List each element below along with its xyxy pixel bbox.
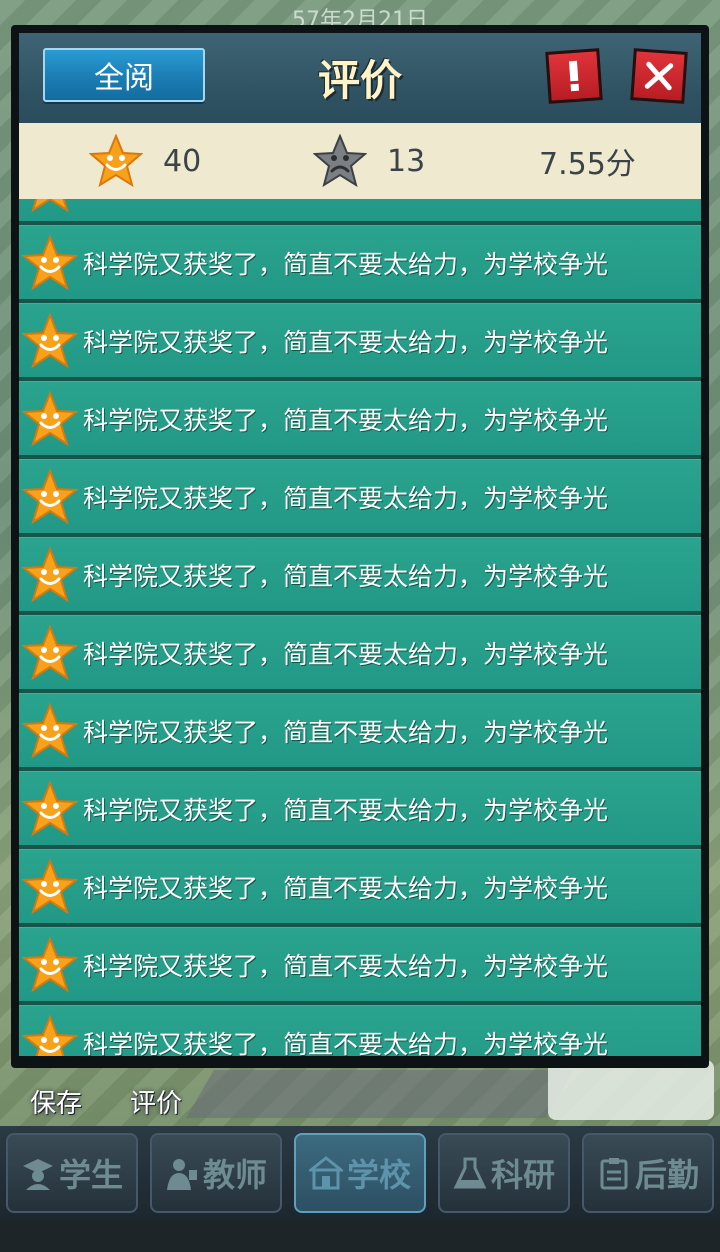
review-list-content: 科学院又获奖了，简直不要太给力，为学校争光 科学院又获奖了，简直不要太给力，为学… [19, 199, 701, 1056]
nav-tab-label: 后勤 [634, 1156, 699, 1194]
teacher-icon [166, 1159, 197, 1190]
review-row[interactable]: 科学院又获奖了，简直不要太给力，为学校争光 [19, 225, 701, 299]
review-row[interactable]: 科学院又获奖了，简直不要太给力，为学校争光 [19, 459, 701, 533]
review-list[interactable]: 科学院又获奖了，简直不要太给力，为学校争光 科学院又获奖了，简直不要太给力，为学… [19, 199, 701, 1056]
nav-tab-students[interactable]: 学生 [6, 1133, 138, 1213]
review-row[interactable]: 科学院又获奖了，简直不要太给力，为学校争光 [19, 381, 701, 455]
review-text: 科学院又获奖了，简直不要太给力，为学校争光 [83, 199, 608, 203]
review-text: 科学院又获奖了，简直不要太给力，为学校争光 [83, 951, 609, 981]
sad-star-icon [313, 134, 367, 188]
happy-star-icon [21, 389, 79, 446]
review-row[interactable]: 科学院又获奖了，简直不要太给力，为学校争光 [19, 615, 701, 689]
review-row[interactable]: 科学院又获奖了，简直不要太给力，为学校争光 [19, 1005, 701, 1056]
review-text: 科学院又获奖了，简直不要太给力，为学校争光 [83, 1029, 609, 1057]
review-text: 科学院又获奖了，简直不要太给力，为学校争光 [83, 873, 609, 903]
exclamation-icon [568, 60, 580, 92]
review-row[interactable]: 科学院又获奖了，简直不要太给力，为学校争光 [19, 693, 701, 767]
review-action-label[interactable]: 评价 [130, 1083, 182, 1120]
review-row[interactable]: 科学院又获奖了，简直不要太给力，为学校争光 [19, 303, 701, 377]
happy-star-icon [21, 857, 79, 914]
minimap-panel[interactable] [548, 1060, 714, 1120]
happy-star-icon [21, 311, 79, 368]
good-count: 40 [163, 143, 202, 179]
happy-star-icon [21, 623, 79, 680]
school-icon [308, 1156, 343, 1190]
review-row[interactable]: 科学院又获奖了，简直不要太给力，为学校争光 [19, 199, 701, 221]
happy-star-icon [21, 545, 79, 602]
review-text: 科学院又获奖了，简直不要太给力，为学校争光 [83, 483, 609, 513]
nav-tab-research[interactable]: 科研 [438, 1133, 570, 1213]
student-icon [22, 1159, 53, 1190]
clipboard-icon [600, 1158, 628, 1190]
bad-count: 13 [387, 143, 426, 179]
nav-tab-label: 科研 [490, 1156, 555, 1194]
review-row[interactable]: 科学院又获奖了，简直不要太给力，为学校争光 [19, 537, 701, 611]
close-icon [644, 61, 674, 91]
review-text: 科学院又获奖了，简直不要太给力，为学校争光 [83, 249, 609, 279]
bottom-navigation: 学生 教师 学校 科研 后勤 [0, 1126, 720, 1220]
score-value: 7.55分 [539, 147, 636, 182]
close-button[interactable] [630, 48, 688, 104]
happy-star-icon [21, 467, 79, 524]
happy-star-icon [21, 1013, 79, 1056]
happy-star-icon [21, 701, 79, 758]
nav-tab-label: 学生 [58, 1156, 123, 1194]
nav-tab-school[interactable]: 学校 [294, 1133, 426, 1213]
nav-tab-logistics[interactable]: 后勤 [582, 1133, 714, 1213]
review-dialog: 全阅 评价 40 13 7.55分 科学院又获奖了，简直不要太给力，为学校争光 … [11, 25, 709, 1068]
nav-tab-label: 学校 [346, 1156, 411, 1194]
map-road [186, 1070, 574, 1118]
review-text: 科学院又获奖了，简直不要太给力，为学校争光 [83, 795, 609, 825]
system-bottom-bar [0, 1220, 720, 1252]
happy-star-icon [89, 134, 143, 188]
save-action-label[interactable]: 保存 [30, 1083, 82, 1120]
happy-star-icon [21, 779, 79, 836]
review-text: 科学院又获奖了，简直不要太给力，为学校争光 [83, 327, 609, 357]
review-text: 科学院又获奖了，简直不要太给力，为学校争光 [83, 639, 609, 669]
alert-button[interactable] [545, 48, 603, 104]
review-row[interactable]: 科学院又获奖了，简直不要太给力，为学校争光 [19, 771, 701, 845]
average-score: 7.55分 [539, 123, 636, 199]
review-text: 科学院又获奖了，简直不要太给力，为学校争光 [83, 717, 609, 747]
happy-star-icon [21, 233, 79, 290]
review-row[interactable]: 科学院又获奖了，简直不要太给力，为学校争光 [19, 927, 701, 1001]
review-text: 科学院又获奖了，简直不要太给力，为学校争光 [83, 405, 609, 435]
bad-rating-summary: 13 [313, 123, 425, 199]
nav-tab-label: 教师 [202, 1156, 267, 1194]
good-rating-summary: 40 [89, 123, 201, 199]
review-text: 科学院又获奖了，简直不要太给力，为学校争光 [83, 561, 609, 591]
review-row[interactable]: 科学院又获奖了，简直不要太给力，为学校争光 [19, 849, 701, 923]
flask-icon [453, 1157, 487, 1189]
nav-tab-teachers[interactable]: 教师 [150, 1133, 282, 1213]
rating-summary-bar: 40 13 7.55分 [19, 123, 701, 199]
happy-star-icon [31, 199, 69, 212]
happy-star-icon [21, 935, 79, 992]
